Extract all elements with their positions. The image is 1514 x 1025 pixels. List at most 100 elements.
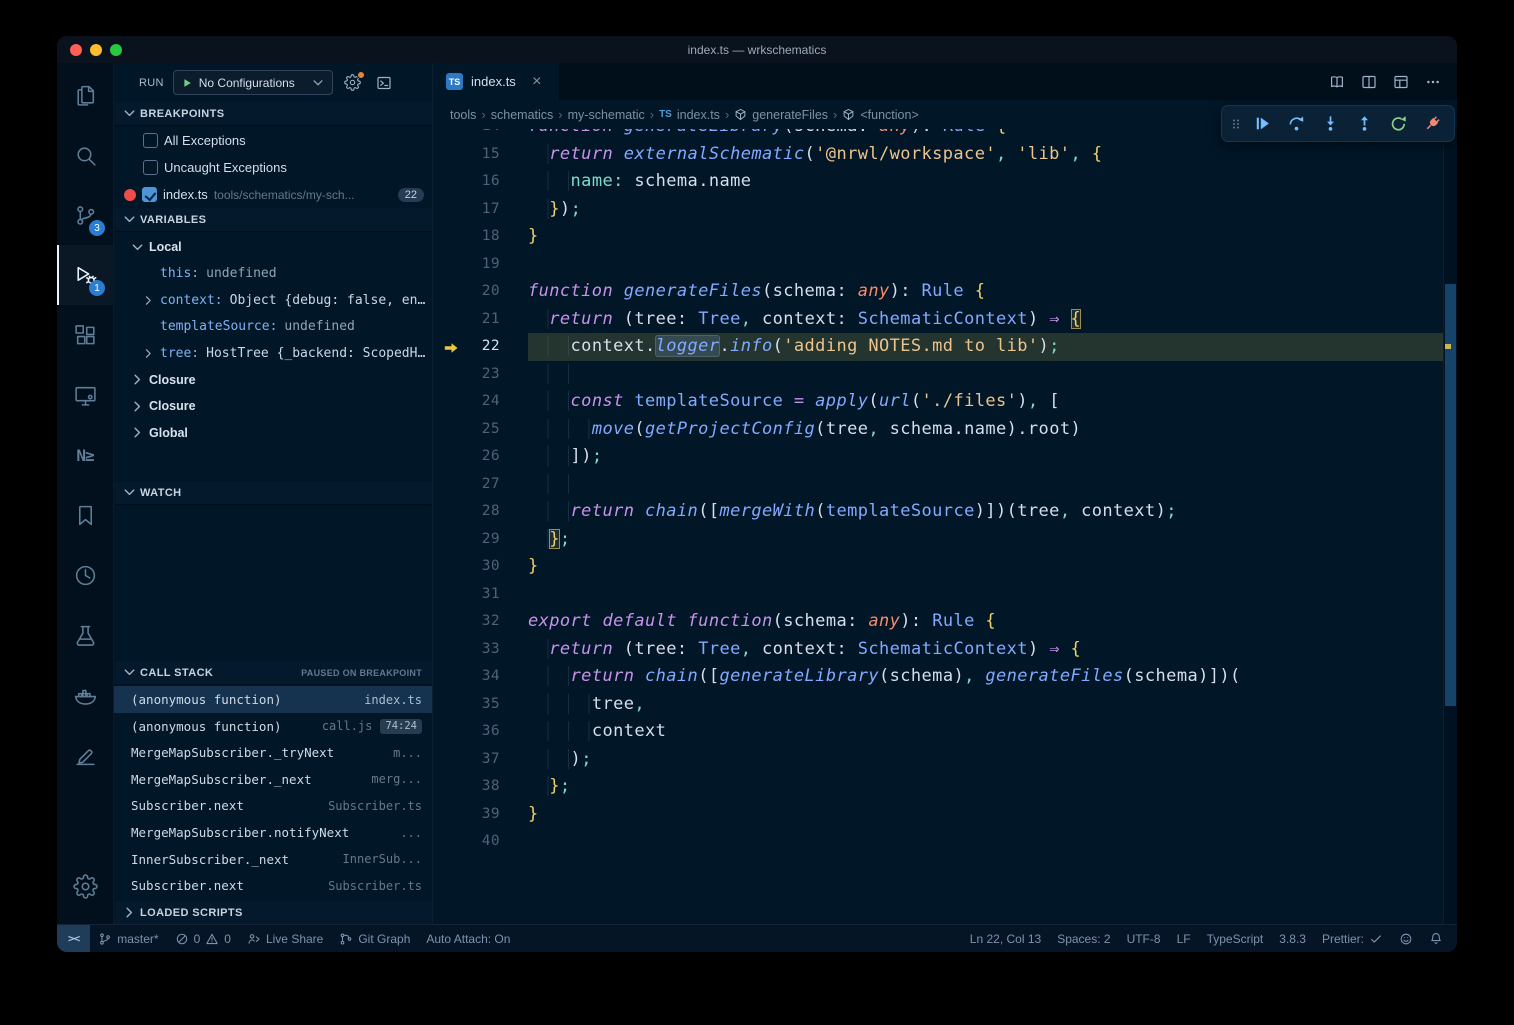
code-line-36[interactable]: 36 context bbox=[433, 718, 1443, 746]
code-line-28[interactable]: 28 return chain([mergeWith(templateSourc… bbox=[433, 498, 1443, 526]
code-line-25[interactable]: 25 move(getProjectConfig(tree, schema.na… bbox=[433, 416, 1443, 444]
more-actions-button[interactable] bbox=[1419, 68, 1447, 96]
line-number[interactable]: 15 bbox=[433, 141, 528, 169]
call-stack-header[interactable]: CALL STACK PAUSED ON BREAKPOINT bbox=[114, 661, 432, 684]
activity-item-notes[interactable] bbox=[57, 725, 113, 785]
code-line-31[interactable]: 31 bbox=[433, 581, 1443, 609]
status-auto-attach[interactable]: Auto Attach: On bbox=[418, 925, 518, 952]
code-line-26[interactable]: 26 ]); bbox=[433, 443, 1443, 471]
code-editor[interactable]: 14function generateLibrary(schema: any):… bbox=[433, 129, 1457, 924]
line-number[interactable]: 22 bbox=[433, 333, 528, 361]
line-number[interactable]: 39 bbox=[433, 801, 528, 829]
line-number[interactable]: 23 bbox=[433, 361, 528, 389]
variables-scope-closure[interactable]: Closure bbox=[114, 393, 432, 420]
editor-scrollbar[interactable] bbox=[1443, 129, 1457, 924]
call-stack-frame[interactable]: Subscriber.nextSubscriber.ts bbox=[114, 793, 432, 820]
variables-header[interactable]: VARIABLES bbox=[114, 208, 432, 231]
code-line-40[interactable]: 40 bbox=[433, 828, 1443, 856]
line-number[interactable]: 19 bbox=[433, 251, 528, 279]
line-number[interactable]: 24 bbox=[433, 388, 528, 416]
call-stack-frame[interactable]: (anonymous function)call.js74:24 bbox=[114, 713, 432, 740]
activity-item-docker[interactable] bbox=[57, 665, 113, 725]
status-language-mode[interactable]: TypeScript bbox=[1199, 925, 1272, 952]
line-number[interactable]: 18 bbox=[433, 223, 528, 251]
line-number[interactable]: 37 bbox=[433, 746, 528, 774]
call-stack-frame[interactable]: Subscriber.nextSubscriber.ts bbox=[114, 872, 432, 899]
loaded-scripts-header[interactable]: LOADED SCRIPTS bbox=[114, 901, 432, 924]
line-number[interactable]: 35 bbox=[433, 691, 528, 719]
line-number[interactable]: 31 bbox=[433, 581, 528, 609]
breadcrumb-item[interactable]: generateFiles bbox=[734, 108, 828, 122]
call-stack-frame[interactable]: MergeMapSubscriber._tryNextm... bbox=[114, 739, 432, 766]
code-line-37[interactable]: 37 ); bbox=[433, 746, 1443, 774]
step-over-button[interactable] bbox=[1279, 109, 1313, 139]
code-line-19[interactable]: 19 bbox=[433, 251, 1443, 279]
line-number[interactable]: 40 bbox=[433, 828, 528, 856]
line-number[interactable]: 36 bbox=[433, 718, 528, 746]
line-number[interactable]: 20 bbox=[433, 278, 528, 306]
breakpoint-row[interactable]: index.tstools/schematics/my-sch...22 bbox=[114, 181, 432, 208]
start-debugging-icon[interactable] bbox=[181, 77, 193, 89]
status-live-share[interactable]: Live Share bbox=[239, 925, 331, 952]
breadcrumb-item[interactable]: <function> bbox=[842, 108, 918, 122]
line-number[interactable]: 14 bbox=[433, 129, 528, 141]
code-line-21[interactable]: 21 return (tree: Tree, context: Schemati… bbox=[433, 306, 1443, 334]
status-remote-indicator[interactable]: >< bbox=[57, 925, 90, 952]
code-line-22[interactable]: 22 context.logger.info('adding NOTES.md … bbox=[433, 333, 1443, 361]
code-line-18[interactable]: 18} bbox=[433, 223, 1443, 251]
call-stack-frame[interactable]: (anonymous function)index.ts bbox=[114, 686, 432, 713]
activity-item-search[interactable] bbox=[57, 125, 113, 185]
status-notifications[interactable] bbox=[1421, 925, 1451, 952]
close-tab-icon[interactable]: × bbox=[528, 73, 546, 91]
line-number[interactable]: 34 bbox=[433, 663, 528, 691]
line-number[interactable]: 17 bbox=[433, 196, 528, 224]
code-line-30[interactable]: 30} bbox=[433, 553, 1443, 581]
breakpoint-row[interactable]: Uncaught Exceptions bbox=[114, 154, 432, 181]
line-number[interactable]: 16 bbox=[433, 168, 528, 196]
status-git-graph[interactable]: Git Graph bbox=[331, 925, 418, 952]
code-line-27[interactable]: 27 bbox=[433, 471, 1443, 499]
zoom-window-button[interactable] bbox=[110, 44, 122, 56]
status-problems[interactable]: 00 bbox=[167, 925, 239, 952]
tab-index-ts[interactable]: TS index.ts × bbox=[433, 63, 559, 100]
minimize-window-button[interactable] bbox=[90, 44, 102, 56]
variable-row[interactable]: tree:HostTree {_backend: ScopedH… bbox=[114, 340, 432, 367]
code-line-38[interactable]: 38 }; bbox=[433, 773, 1443, 801]
variables-scope-local[interactable]: Local bbox=[114, 234, 432, 261]
activity-item-time-tracker[interactable] bbox=[57, 545, 113, 605]
line-number[interactable]: 33 bbox=[433, 636, 528, 664]
editor-layout-button[interactable] bbox=[1387, 68, 1415, 96]
status-feedback[interactable] bbox=[1391, 925, 1421, 952]
variables-scope-closure[interactable]: Closure bbox=[114, 367, 432, 394]
code-line-23[interactable]: 23 bbox=[433, 361, 1443, 389]
line-number[interactable]: 25 bbox=[433, 416, 528, 444]
step-out-button[interactable] bbox=[1347, 109, 1381, 139]
activity-item-source-control[interactable]: 3 bbox=[57, 185, 113, 245]
activity-item-test-explorer[interactable] bbox=[57, 605, 113, 665]
open-changes-button[interactable] bbox=[1323, 68, 1351, 96]
breakpoint-checkbox[interactable] bbox=[143, 133, 158, 148]
gripper-icon[interactable] bbox=[1227, 114, 1245, 134]
status-indentation[interactable]: Spaces: 2 bbox=[1049, 925, 1118, 952]
line-number[interactable]: 27 bbox=[433, 471, 528, 499]
line-number[interactable]: 21 bbox=[433, 306, 528, 334]
call-stack-frame[interactable]: MergeMapSubscriber.notifyNext... bbox=[114, 819, 432, 846]
activity-item-bookmarks[interactable] bbox=[57, 485, 113, 545]
code-line-33[interactable]: 33 return (tree: Tree, context: Schemati… bbox=[433, 636, 1443, 664]
variable-row[interactable]: templateSource:undefined bbox=[114, 314, 432, 341]
watch-header[interactable]: WATCH bbox=[114, 481, 432, 504]
code-line-20[interactable]: 20function generateFiles(schema: any): R… bbox=[433, 278, 1443, 306]
step-into-button[interactable] bbox=[1313, 109, 1347, 139]
status-eol[interactable]: LF bbox=[1169, 925, 1199, 952]
activity-item-run-and-debug[interactable]: 1 bbox=[57, 245, 113, 305]
line-number[interactable]: 29 bbox=[433, 526, 528, 554]
variable-row[interactable]: context:Object {debug: false, en… bbox=[114, 287, 432, 314]
code-line-39[interactable]: 39} bbox=[433, 801, 1443, 829]
open-debug-console-icon[interactable] bbox=[373, 72, 395, 94]
code-line-32[interactable]: 32export default function(schema: any): … bbox=[433, 608, 1443, 636]
breakpoints-header[interactable]: BREAKPOINTS bbox=[114, 102, 432, 125]
breadcrumb-item[interactable]: TSindex.ts bbox=[659, 108, 720, 122]
variable-row[interactable]: this:undefined bbox=[114, 261, 432, 288]
close-window-button[interactable] bbox=[70, 44, 82, 56]
variables-scope-global[interactable]: Global bbox=[114, 420, 432, 447]
